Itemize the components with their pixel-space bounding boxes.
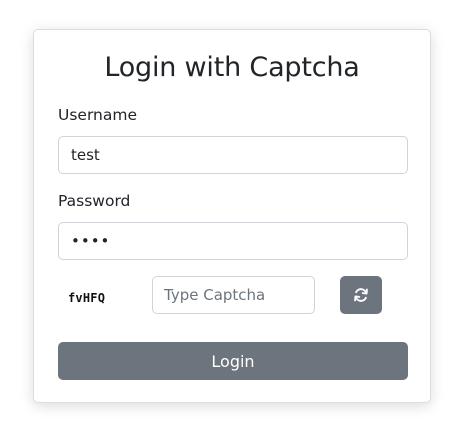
password-input[interactable] — [58, 222, 408, 260]
username-input[interactable] — [58, 136, 408, 174]
page-title: Login with Captcha — [104, 52, 360, 83]
password-label: Password — [58, 192, 131, 210]
captcha-image-text: fvHFQ — [68, 291, 106, 305]
username-label: Username — [58, 106, 138, 124]
captcha-input[interactable] — [152, 276, 315, 314]
refresh-captcha-button[interactable] — [340, 276, 382, 314]
login-button[interactable]: Login — [58, 342, 408, 380]
login-card: Login with Captcha Username Password fvH… — [33, 29, 431, 403]
refresh-icon — [353, 287, 369, 303]
